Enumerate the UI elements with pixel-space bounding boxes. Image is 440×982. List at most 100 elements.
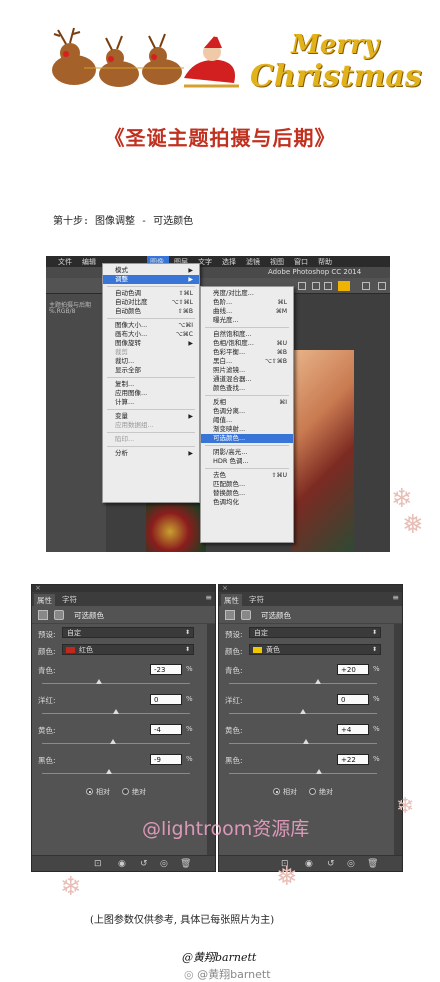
menu-item[interactable]: 裁剪 (103, 348, 199, 357)
slider-track (229, 683, 377, 684)
preset-select[interactable]: 自定 ⬍ (249, 627, 381, 638)
menu-item[interactable]: 应用数据组... (103, 421, 199, 430)
panel-menu-icon[interactable]: ≡ (205, 593, 212, 602)
color-select[interactable]: 黄色 ⬍ (249, 644, 381, 655)
menu-help[interactable]: 帮助 (318, 257, 332, 267)
menu-item[interactable]: 渐变映射... (201, 425, 293, 434)
panel-menu-icon[interactable]: ≡ (392, 593, 399, 602)
menu-item[interactable]: 图像旋转 ▶ (103, 339, 199, 348)
close-icon[interactable]: × (222, 584, 228, 592)
tab-properties[interactable]: 属性 (34, 594, 55, 606)
menu-item[interactable]: 复制... (103, 380, 199, 389)
align-right-icon[interactable] (324, 282, 332, 290)
slider-thumb[interactable] (300, 709, 306, 714)
menu-item[interactable]: 计算... (103, 398, 199, 407)
menu-item[interactable]: 裁切... (103, 357, 199, 366)
menu-item[interactable]: 可选颜色... (201, 434, 293, 443)
menu-item[interactable]: 颜色查找... (201, 384, 293, 393)
menu-item[interactable]: 匹配颜色... (201, 480, 293, 489)
menu-file[interactable]: 文件 (58, 257, 72, 267)
slider-value-input[interactable]: 0 (150, 694, 182, 705)
color-select[interactable]: 红色 ⬍ (62, 644, 194, 655)
slider-value-input[interactable]: +22 (337, 754, 369, 765)
menu-item[interactable]: 分析 ▶ (103, 449, 199, 458)
visibility-icon[interactable]: ◎ (160, 859, 168, 869)
menu-item[interactable]: 阈值... (201, 416, 293, 425)
menu-item[interactable]: 色调均化 (201, 498, 293, 507)
panels-icon[interactable] (378, 282, 386, 290)
menu-item[interactable]: 模式 ▶ (103, 266, 199, 275)
slider-value-input[interactable]: +4 (337, 724, 369, 735)
menu-item[interactable]: 替换颜色... (201, 489, 293, 498)
menu-item[interactable]: 反相 ⌘I (201, 398, 293, 407)
menu-item[interactable]: 色阶... ⌘L (201, 298, 293, 307)
menu-item[interactable]: 自动色调 ⇧⌘L (103, 289, 199, 298)
close-icon[interactable]: × (35, 584, 41, 592)
menu-item[interactable]: 应用图像... (103, 389, 199, 398)
slider-thumb[interactable] (302, 739, 309, 744)
slider-value-input[interactable]: +20 (337, 664, 369, 675)
menu-item[interactable]: 阴影/高光... (201, 448, 293, 457)
slider-value-input[interactable]: -23 (150, 664, 182, 675)
menu-separator (205, 327, 289, 328)
preset-select[interactable]: 自定 ⬍ (62, 627, 194, 638)
view-previous-icon[interactable]: ◉ (305, 859, 313, 869)
menu-item[interactable]: 色彩平衡... ⌘B (201, 348, 293, 357)
menu-item[interactable]: 陷印... (103, 435, 199, 444)
menu-item[interactable]: 调整 ▶ (103, 275, 199, 284)
menu-item[interactable]: 照片滤镜... (201, 366, 293, 375)
menu-window[interactable]: 窗口 (294, 257, 308, 267)
menu-view[interactable]: 视图 (270, 257, 284, 267)
reset-icon[interactable]: ↺ (140, 859, 148, 869)
menu-item[interactable]: 自然饱和度... (201, 330, 293, 339)
menu-item[interactable]: 黑白... ⌥⇧⌘B (201, 357, 293, 366)
slider-thumb[interactable] (110, 739, 117, 744)
menu-item[interactable]: 自动颜色 ⇧⌘B (103, 307, 199, 316)
radio-relative[interactable] (273, 788, 280, 795)
menu-item[interactable]: 画布大小... ⌥⌘C (103, 330, 199, 339)
slider-thumb[interactable] (113, 709, 119, 714)
tab-character[interactable]: 字符 (249, 594, 264, 605)
menu-item[interactable]: 曝光度... (201, 316, 293, 325)
panel-footer: ⊡ ◉ ↺ ◎ 🗑 (219, 855, 402, 871)
menu-item[interactable]: 色相/饱和度... ⌘U (201, 339, 293, 348)
radio-relative[interactable] (86, 788, 93, 795)
color-swatch-icon[interactable] (338, 281, 350, 291)
radio-absolute[interactable] (122, 788, 129, 795)
trash-icon[interactable]: 🗑 (180, 859, 191, 869)
reset-icon[interactable]: ↺ (327, 859, 335, 869)
panel-scrollbar[interactable] (394, 624, 402, 856)
slider-thumb[interactable] (316, 769, 323, 774)
menu-item[interactable]: 变量 ▶ (103, 412, 199, 421)
align-center-icon[interactable] (312, 282, 320, 290)
view-previous-icon[interactable]: ◉ (118, 859, 126, 869)
menu-item[interactable]: 显示全部 (103, 366, 199, 375)
visibility-icon[interactable]: ◎ (347, 859, 355, 869)
warp-text-icon[interactable] (362, 282, 370, 290)
percent-label: % (373, 695, 380, 703)
menu-item[interactable]: 图像大小... ⌥⌘I (103, 321, 199, 330)
clip-to-layer-icon[interactable]: ⊡ (94, 859, 102, 869)
menu-filter[interactable]: 滤镜 (246, 257, 260, 267)
menu-item[interactable]: 去色 ⇧⌘U (201, 471, 293, 480)
menu-edit[interactable]: 编辑 (82, 257, 96, 267)
tab-properties[interactable]: 属性 (221, 594, 242, 606)
slider-thumb[interactable] (106, 769, 113, 774)
menu-item[interactable]: 自动对比度 ⌥⇧⌘L (103, 298, 199, 307)
slider-thumb[interactable] (314, 679, 321, 684)
menu-item[interactable]: 曲线... ⌘M (201, 307, 293, 316)
slider-value-input[interactable]: -9 (150, 754, 182, 765)
trash-icon[interactable]: 🗑 (367, 859, 378, 869)
slider-thumb[interactable] (95, 679, 102, 684)
menu-select[interactable]: 选择 (222, 257, 236, 267)
menu-item[interactable]: 亮度/对比度... (201, 289, 293, 298)
radio-absolute[interactable] (309, 788, 316, 795)
slider-value-input[interactable]: -4 (150, 724, 182, 735)
align-left-icon[interactable] (298, 282, 306, 290)
menu-item[interactable]: 色调分离... (201, 407, 293, 416)
slider-value-input[interactable]: 0 (337, 694, 369, 705)
menu-item[interactable]: HDR 色调... (201, 457, 293, 466)
tab-character[interactable]: 字符 (62, 594, 77, 605)
menu-item[interactable]: 通道混合器... (201, 375, 293, 384)
menu-type[interactable]: 文字 (198, 257, 212, 267)
